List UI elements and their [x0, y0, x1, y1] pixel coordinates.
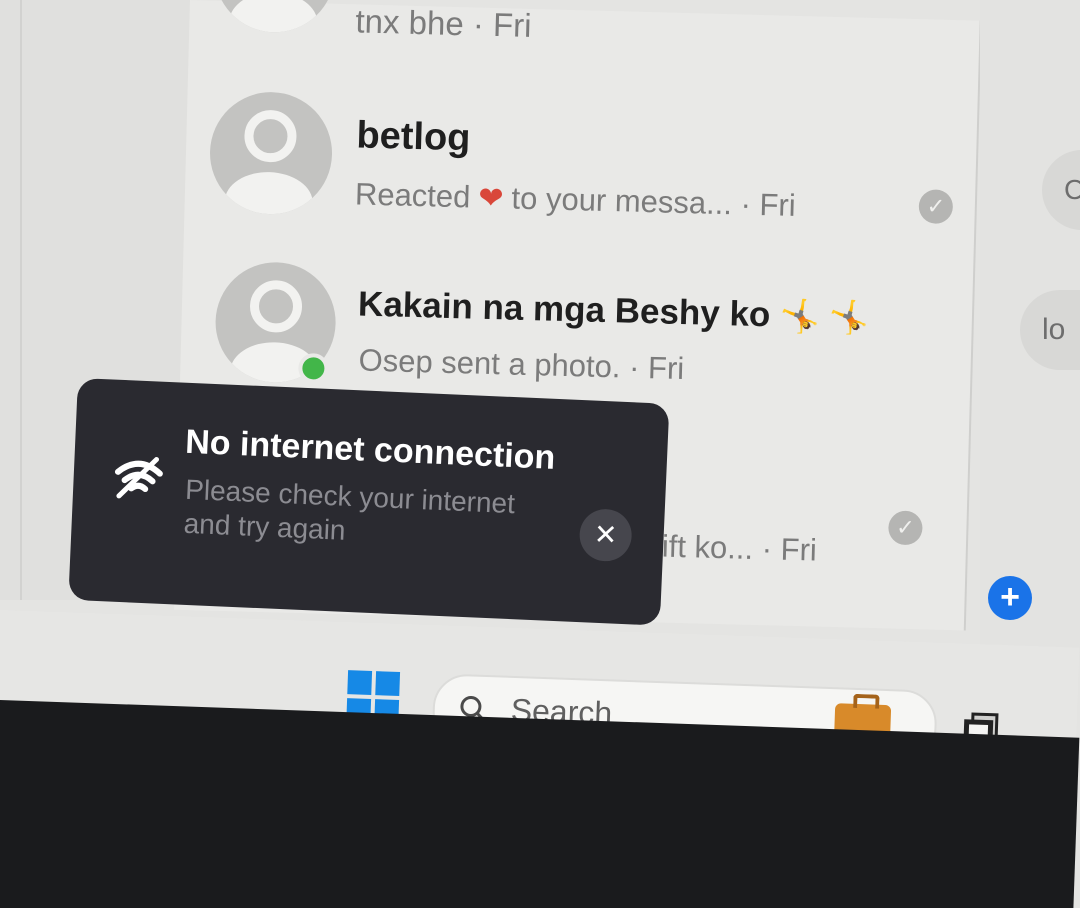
chat-preview: ift ko... · Fri: [661, 528, 818, 568]
chat-item-betlog[interactable]: betlog Reacted ❤ to your messa... · Fri ✓: [183, 84, 977, 275]
chat-name: betlog: [355, 114, 472, 160]
toast-message: Please check your internet and try again: [183, 473, 516, 546]
online-status-dot: [298, 352, 329, 384]
cartwheel-emoji: 🤸 🤸: [779, 297, 870, 336]
screen: tnx bhe · Fri betlog Reacted ❤ to your mes…: [0, 0, 1080, 908]
logo-tile: [375, 671, 401, 696]
chat-name: Kakain na mga Beshy ko 🤸 🤸: [358, 285, 870, 338]
avatar-body: [223, 170, 314, 216]
avatar: [213, 0, 337, 34]
logo-tile: [347, 670, 373, 696]
wifi-off-icon: [114, 457, 163, 499]
right-pill-top[interactable]: C: [1042, 150, 1080, 230]
heart-icon: ❤: [477, 181, 504, 216]
chat-item[interactable]: tnx bhe · Fri: [188, 0, 982, 81]
pane-divider: [20, 0, 22, 600]
right-pill-middle[interactable]: lo: [1020, 290, 1080, 370]
chat-preview: tnx bhe · Fri: [355, 2, 532, 44]
monitor-bezel: [0, 700, 1080, 908]
close-icon[interactable]: ✕: [578, 508, 633, 563]
chat-preview: Osep sent a photo. · Fri: [358, 342, 685, 387]
toast-title: No internet connection: [184, 422, 557, 477]
plus-icon[interactable]: +: [988, 576, 1032, 620]
avatar-body: [228, 0, 319, 34]
preview-text-after: to your messa... · Fri: [511, 180, 797, 223]
no-internet-toast: No internet connection Please check your…: [68, 378, 670, 626]
right-pane: C lo: [980, 0, 1080, 660]
avatar-head: [243, 109, 298, 163]
read-check-icon: ✓: [918, 189, 954, 225]
chat-preview: Reacted ❤ to your messa... · Fri: [354, 176, 797, 224]
avatar: [208, 90, 334, 216]
read-check-icon: ✓: [887, 510, 923, 546]
avatar-head: [249, 279, 303, 334]
chat-name-text: Kakain na mga Beshy ko: [357, 284, 771, 335]
preview-text-before: Reacted: [354, 176, 471, 215]
